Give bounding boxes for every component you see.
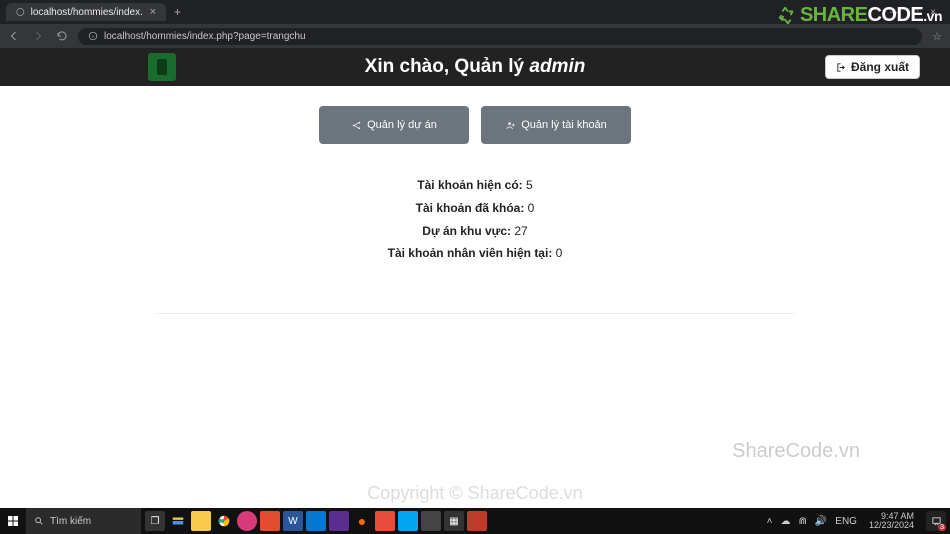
tray-wifi-icon[interactable]: ⋒ [798, 516, 806, 527]
close-icon[interactable]: × [150, 6, 156, 18]
taskbar-app[interactable] [421, 511, 441, 531]
taskbar-app[interactable] [237, 511, 257, 531]
taskbar-app[interactable]: W [283, 511, 303, 531]
stat-row: Tài khoản hiện có: 5 [155, 174, 795, 197]
user-plus-icon [505, 120, 516, 131]
taskbar-app[interactable]: ▦ [444, 511, 464, 531]
action-buttons-row: Quản lý dự án Quản lý tài khoản [0, 106, 950, 144]
bookmark-icon[interactable]: ☆ [932, 30, 942, 43]
windows-taskbar: Tìm kiếm ❐ W ● ▦ ˄ ☁ ⋒ 🔊 ENG 9:47 AM 12/… [0, 508, 950, 534]
url-text: localhost/hommies/index.php?page=trangch… [104, 31, 306, 42]
browser-tab[interactable]: localhost/hommies/index.php × [6, 3, 166, 21]
globe-icon [16, 7, 25, 17]
taskbar-app[interactable] [168, 511, 188, 531]
tray-chevron-icon[interactable]: ˄ [767, 516, 773, 527]
main-content: Quản lý dự án Quản lý tài khoản Tài khoả… [0, 86, 950, 313]
taskbar-app[interactable] [260, 511, 280, 531]
taskbar-search[interactable]: Tìm kiếm [26, 508, 141, 534]
stats-list: Tài khoản hiện có: 5 Tài khoản đã khóa: … [155, 174, 795, 295]
taskbar-app[interactable] [306, 511, 326, 531]
watermark-text: ShareCode.vn [732, 440, 860, 463]
manage-accounts-button[interactable]: Quản lý tài khoản [481, 106, 631, 144]
share-icon [351, 120, 362, 131]
forward-icon[interactable] [32, 30, 44, 42]
back-icon[interactable] [8, 30, 20, 42]
stat-row: Tài khoản nhân viên hiện tại: 0 [155, 242, 795, 265]
stats-card: Tài khoản hiện có: 5 Tài khoản đã khóa: … [155, 174, 795, 313]
tab-title: localhost/hommies/index.php [31, 7, 142, 18]
tray-cloud-icon[interactable]: ☁ [780, 516, 790, 527]
taskbar-app[interactable] [191, 511, 211, 531]
manage-projects-button[interactable]: Quản lý dự án [319, 106, 469, 144]
address-bar[interactable]: localhost/hommies/index.php?page=trangch… [78, 28, 922, 45]
logout-button[interactable]: Đăng xuất [825, 55, 920, 79]
app-header: Xin chào, Quản lý admin Đăng xuất [0, 48, 950, 86]
search-icon [34, 516, 44, 526]
start-button[interactable] [0, 515, 26, 527]
watermark-copyright: Copyright © ShareCode.vn [367, 483, 582, 504]
stat-row: Tài khoản đã khóa: 0 [155, 197, 795, 220]
taskbar-app[interactable]: ● [352, 511, 372, 531]
taskbar-apps: ❐ W ● ▦ [145, 508, 487, 534]
windows-icon [7, 515, 19, 527]
new-tab-button[interactable]: + [174, 5, 181, 19]
sharecode-watermark-logo: SHARECODE.vn [776, 4, 942, 27]
page-title: Xin chào, Quản lý admin [365, 56, 586, 78]
stat-row: Dự án khu vực: 27 [155, 220, 795, 243]
taskbar-clock[interactable]: 9:47 AM 12/23/2024 [865, 512, 918, 530]
taskbar-app[interactable]: ❐ [145, 511, 165, 531]
taskbar-app[interactable] [467, 511, 487, 531]
taskbar-app[interactable] [375, 511, 395, 531]
recycle-icon [776, 5, 798, 27]
taskbar-app[interactable] [398, 511, 418, 531]
taskbar-app[interactable] [214, 511, 234, 531]
reload-icon[interactable] [56, 30, 68, 42]
logout-icon [836, 62, 847, 73]
taskbar-app[interactable] [329, 511, 349, 531]
address-bar-row: localhost/hommies/index.php?page=trangch… [0, 24, 950, 48]
info-icon [88, 31, 98, 41]
app-logo[interactable] [148, 53, 176, 81]
tray-volume-icon[interactable]: 🔊 [815, 516, 827, 527]
notification-button[interactable]: 3 [926, 511, 946, 531]
tray-lang[interactable]: ENG [835, 516, 857, 527]
nav-buttons [8, 30, 68, 42]
system-tray: ˄ ☁ ⋒ 🔊 ENG 9:47 AM 12/23/2024 3 [767, 511, 950, 531]
